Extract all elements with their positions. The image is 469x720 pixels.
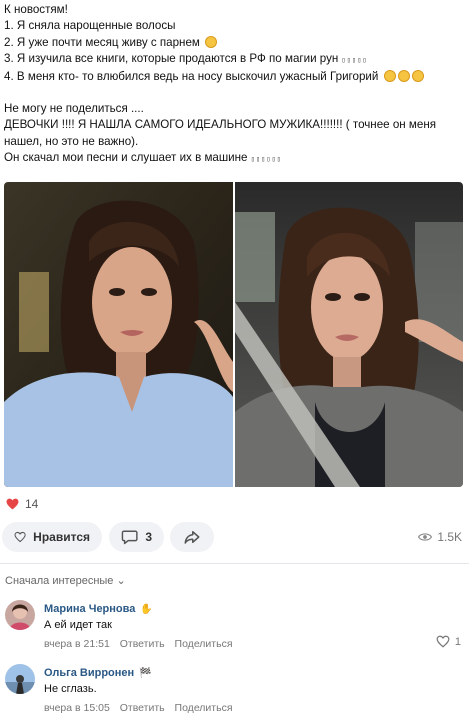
share-arrow-icon xyxy=(184,531,200,544)
share-link[interactable]: Поделиться xyxy=(175,638,233,650)
comments-sort-toggle[interactable]: Сначала интересные ⌄ xyxy=(5,574,126,587)
photo-selfie-car[interactable] xyxy=(235,182,463,487)
share-button[interactable] xyxy=(170,522,214,552)
post-line: ДЕВОЧКИ !!!! Я НАШЛА САМОГО ИДЕАЛЬНОГО М… xyxy=(4,118,436,132)
post-line: 3. Я изучила все книги, которые продаютс… xyxy=(4,52,368,66)
reply-link[interactable]: Ответить xyxy=(120,638,165,650)
comment-author-name[interactable]: Марина Чернова xyxy=(44,603,135,615)
share-link[interactable]: Поделиться xyxy=(175,702,233,714)
comment-author[interactable]: Ольга Вирронен 🏁 xyxy=(44,667,152,679)
like-label: Нравится xyxy=(33,530,90,544)
like-button[interactable]: Нравится xyxy=(2,522,102,552)
comment-time[interactable]: вчера в 15:05 xyxy=(44,702,110,714)
comment-like-button[interactable]: 1 xyxy=(436,635,461,648)
heart-outline-icon xyxy=(436,635,450,648)
comment-text: А ей идет так xyxy=(44,619,112,631)
likes-count: 14 xyxy=(25,497,39,511)
avatar[interactable] xyxy=(5,664,35,694)
views-count: 1.5K xyxy=(437,530,462,544)
post-line: нашел, но это не важно). xyxy=(4,134,139,148)
post-line: Он скачал мои песни и слушает их в машин… xyxy=(4,151,283,165)
laughing-emoji-icon xyxy=(411,69,424,82)
likes-summary[interactable]: 14 xyxy=(6,497,38,511)
avatar[interactable] xyxy=(5,600,35,630)
checkered-flag-icon: 🏁 xyxy=(139,668,152,679)
comment-meta: вчера в 21:51 Ответить Поделиться xyxy=(44,638,240,650)
post-line: 2. Я уже почти месяц живу с парнем xyxy=(4,35,466,51)
comments-count: 3 xyxy=(145,530,152,544)
comment-button[interactable]: 3 xyxy=(109,522,164,552)
comment-likes-count: 1 xyxy=(454,635,461,648)
eye-icon xyxy=(418,533,433,541)
post-line: 4. В меня кто- то влюбился ведь на носу … xyxy=(4,69,466,85)
post-actions: Нравится 3 1.5K xyxy=(2,522,466,552)
comment-meta: вчера в 15:05 Ответить Поделиться xyxy=(44,702,240,714)
post-photos xyxy=(4,182,463,487)
missing-glyphs: ▯▯▯▯▯▯ xyxy=(250,155,283,164)
post-line: 1. Я сняла нарощенные волосы xyxy=(4,19,176,33)
photo-selfie-shirt[interactable] xyxy=(4,182,233,487)
comment-author-name[interactable]: Ольга Вирронен xyxy=(44,667,134,679)
post-line: Не могу не поделиться .... xyxy=(4,102,144,116)
post-text: К новостям! 1. Я сняла нарощенные волосы… xyxy=(4,2,466,168)
comment-time[interactable]: вчера в 21:51 xyxy=(44,638,110,650)
laughing-emoji-icon xyxy=(383,69,396,82)
post-line: К новостям! xyxy=(4,3,68,16)
grin-emoji-icon xyxy=(205,35,218,48)
laughing-emoji-icon xyxy=(397,69,410,82)
heart-outline-icon xyxy=(14,531,26,543)
comment-text: Не сглазь. xyxy=(44,683,97,695)
views-counter: 1.5K xyxy=(418,530,462,544)
hand-badge-icon: ✋ xyxy=(140,604,153,615)
comment-author[interactable]: Марина Чернова ✋ xyxy=(44,603,153,615)
divider xyxy=(0,563,469,564)
missing-glyphs: ▯▯▯▯▯ xyxy=(341,56,368,65)
reply-link[interactable]: Ответить xyxy=(120,702,165,714)
heart-icon xyxy=(6,498,19,510)
comment-bubble-icon xyxy=(121,530,138,545)
